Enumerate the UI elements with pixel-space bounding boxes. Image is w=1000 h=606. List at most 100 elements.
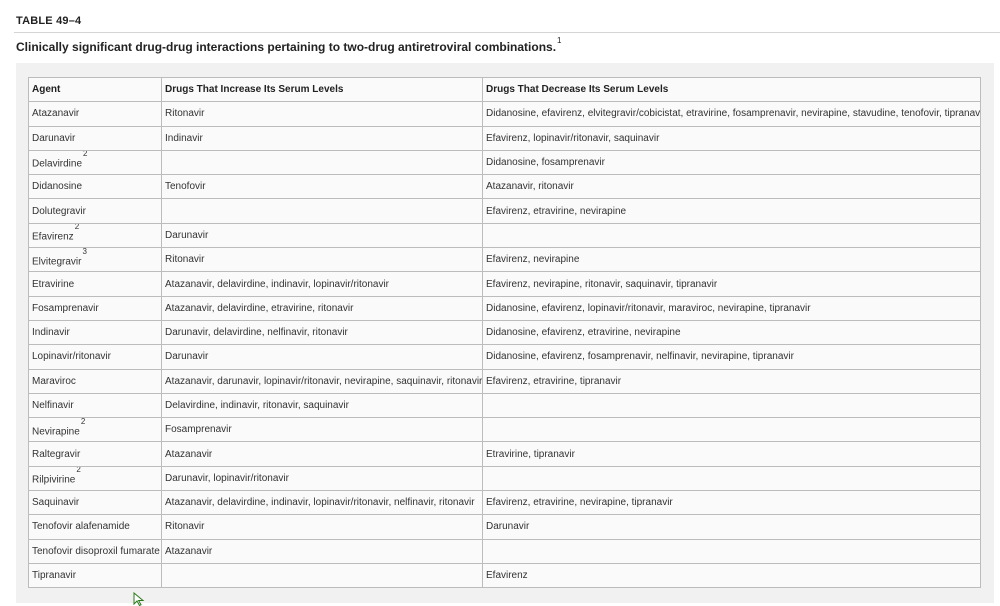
header-divider (14, 32, 1000, 33)
agent-cell: Delavirdine2 (28, 149, 162, 176)
agent-name: Maraviroc (32, 375, 76, 387)
agent-cell: Saquinavir (28, 490, 162, 516)
table-row: Rilpivirine2 Darunavir, lopinavir/ritonav… (28, 465, 981, 492)
increase-cell: Ritonavir (161, 101, 483, 127)
agent-cell: Fosamprenavir (28, 295, 162, 321)
decrease-cell (482, 417, 981, 443)
increase-cell: Darunavir (161, 344, 483, 370)
agent-name: Fosamprenavir (32, 302, 99, 314)
agent-name: Tenofovir disoproxil fumarate (32, 545, 160, 557)
column-header-decrease: Drugs That Decrease Its Serum Levels (482, 76, 981, 103)
agent-name: Atazanavir (32, 108, 80, 120)
agent-cell: Efavirenz2 (28, 222, 162, 249)
caption-footnote-link[interactable]: 1 (557, 36, 561, 45)
decrease-cell (482, 538, 981, 564)
agent-cell: Nevirapine2 (28, 417, 162, 443)
increase-cell: Ritonavir (161, 247, 483, 273)
column-header-agent: Agent (28, 76, 162, 103)
table-caption: Clinically significant drug-drug interac… (16, 36, 562, 54)
decrease-cell: Didanosine, fosamprenavir (482, 149, 981, 176)
decrease-cell: Efavirenz, etravirine, nevirapine (482, 198, 981, 224)
table-row: Fosamprenavir Atazanavir, delavirdine, et… (28, 295, 981, 321)
decrease-cell (482, 222, 981, 249)
table-number: TABLE 49–4 (16, 15, 82, 27)
table-row: Efavirenz2 Darunavir (28, 222, 981, 249)
table-row: Darunavir Indinavir Efavirenz, lopinavir/r… (28, 125, 981, 151)
increase-cell: Atazanavir (161, 441, 483, 467)
increase-cell: Ritonavir (161, 514, 483, 540)
table-row: Nevirapine2 Fosamprenavir (28, 417, 981, 443)
decrease-cell: Darunavir (482, 514, 981, 540)
interactions-table: Agent Drugs That Increase Its Serum Leve… (28, 76, 981, 589)
agent-cell: Lopinavir/ritonavir (28, 344, 162, 370)
agent-name: Indinavir (32, 327, 70, 339)
agent-cell: Elvitegravir3 (28, 247, 162, 273)
footnote-link[interactable]: 2 (76, 467, 80, 474)
decrease-cell: Efavirenz, etravirine, nevirapine, tipra… (482, 490, 981, 516)
decrease-cell: Efavirenz, etravirine, tipranavir (482, 368, 981, 394)
table-row: Etravirine Atazanavir, delavirdine, indin… (28, 271, 981, 297)
increase-cell: Darunavir, delavirdine, nelfinavir, rito… (161, 319, 483, 346)
footnote-link[interactable]: 2 (83, 151, 87, 158)
agent-cell: Etravirine (28, 271, 162, 297)
agent-cell: Darunavir (28, 125, 162, 151)
agent-cell: Didanosine (28, 174, 162, 200)
agent-cell: Maraviroc (28, 368, 162, 394)
agent-name: Etravirine (32, 278, 75, 290)
increase-cell: Atazanavir, darunavir, lopinavir/ritonav… (161, 368, 483, 394)
decrease-cell: Efavirenz (482, 562, 981, 589)
agent-name: Raltegravir (32, 448, 81, 460)
agent-cell: Raltegravir (28, 441, 162, 467)
table-row: Lopinavir/ritonavir Darunavir Didanosine, … (28, 344, 981, 370)
increase-cell: Fosamprenavir (161, 417, 483, 443)
agent-name: Rilpivirine (32, 474, 76, 486)
table-row: Saquinavir Atazanavir, delavirdine, indin… (28, 490, 981, 516)
decrease-cell (482, 392, 981, 419)
decrease-cell: Didanosine, efavirenz, etravirine, nevir… (482, 319, 981, 346)
table-row: Dolutegravir Efavirenz, etravirine, nevir… (28, 198, 981, 224)
increase-cell: Indinavir (161, 125, 483, 151)
decrease-cell: Efavirenz, nevirapine, ritonavir, saquin… (482, 271, 981, 297)
decrease-cell: Efavirenz, nevirapine (482, 247, 981, 273)
decrease-cell: Efavirenz, lopinavir/ritonavir, saquinav… (482, 125, 981, 151)
table-row: Maraviroc Atazanavir, darunavir, lopinavi… (28, 368, 981, 394)
table-row: Tenofovir disoproxil fumarate Atazanavir (28, 538, 981, 564)
increase-cell: Atazanavir, delavirdine, indinavir, lopi… (161, 490, 483, 516)
agent-cell: Tenofovir disoproxil fumarate (28, 538, 162, 564)
agent-name: Saquinavir (32, 497, 80, 509)
increase-cell: Atazanavir, delavirdine, etravirine, rit… (161, 295, 483, 321)
footnote-link[interactable]: 2 (75, 224, 79, 231)
increase-cell (161, 562, 483, 589)
increase-cell (161, 149, 483, 176)
increase-cell: Tenofovir (161, 174, 483, 200)
increase-cell: Darunavir (161, 222, 483, 249)
table-row: Indinavir Darunavir, delavirdine, nelfina… (28, 319, 981, 346)
agent-name: Tipranavir (32, 570, 77, 582)
agent-name: Dolutegravir (32, 205, 86, 217)
table-row: Didanosine Tenofovir Atazanavir, ritonavir (28, 174, 981, 200)
caption-text: Clinically significant drug-drug interac… (16, 40, 557, 54)
increase-cell: Darunavir, lopinavir/ritonavir (161, 465, 483, 492)
table-row: Nelfinavir Delavirdine, indinavir, ritona… (28, 392, 981, 419)
table-row: Elvitegravir3 Ritonavir Efavirenz, nevirap… (28, 247, 981, 273)
table-row: Delavirdine2 Didanosine, fosamprenavir (28, 149, 981, 176)
footnote-link[interactable]: 3 (82, 249, 86, 256)
decrease-cell: Didanosine, efavirenz, fosamprenavir, ne… (482, 344, 981, 370)
agent-cell: Tipranavir (28, 562, 162, 589)
agent-name: Lopinavir/ritonavir (32, 351, 111, 363)
agent-name: Efavirenz (32, 231, 74, 243)
decrease-cell: Didanosine, efavirenz, lopinavir/ritonav… (482, 295, 981, 321)
agent-cell: Atazanavir (28, 101, 162, 127)
agent-cell: Rilpivirine2 (28, 465, 162, 492)
agent-name: Darunavir (32, 132, 76, 144)
agent-name: Nelfinavir (32, 400, 74, 411)
agent-cell: Indinavir (28, 319, 162, 346)
agent-name: Elvitegravir (32, 255, 82, 267)
agent-name: Tenofovir alafenamide (32, 521, 130, 533)
decrease-cell: Etravirine, tipranavir (482, 441, 981, 467)
decrease-cell: Didanosine, efavirenz, elvitegravir/cobi… (482, 101, 981, 127)
footnote-link[interactable]: 2 (81, 419, 85, 426)
increase-cell: Atazanavir, delavirdine, indinavir, lopi… (161, 271, 483, 297)
table-row: Tenofovir alafenamide Ritonavir Darunavir (28, 514, 981, 540)
table-row: Atazanavir Ritonavir Didanosine, efavirenz… (28, 101, 981, 127)
